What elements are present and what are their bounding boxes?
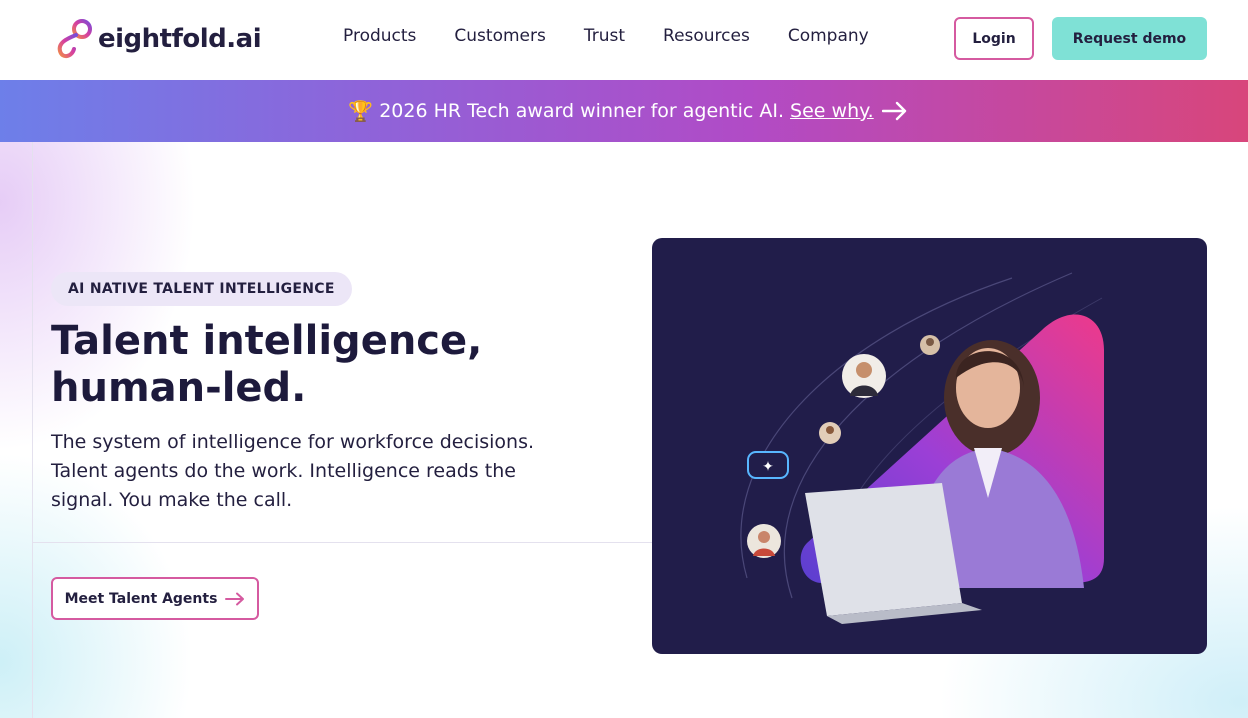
announcement-banner: 🏆 2026 HR Tech award winner for agentic …: [0, 80, 1248, 142]
nav-item-resources[interactable]: Resources: [663, 26, 750, 46]
banner-content: 🏆 2026 HR Tech award winner for agentic …: [348, 99, 907, 123]
hero-section: AI NATIVE TALENT INTELLIGENCE Talent int…: [0, 142, 1248, 718]
site-header: eightfold.ai Products Customers Trust Re…: [0, 0, 1248, 80]
request-demo-button[interactable]: Request demo: [1052, 17, 1207, 60]
hero-illustration: ✦: [740, 272, 1104, 624]
banner-text: 2026 HR Tech award winner for agentic AI…: [379, 100, 785, 122]
login-button[interactable]: Login: [954, 17, 1034, 60]
hero-title: Talent intelligence, human-led.: [51, 318, 483, 411]
meet-talent-agents-label: Meet Talent Agents: [64, 590, 218, 607]
divider-horizontal: [32, 542, 652, 543]
eyebrow-badge: AI NATIVE TALENT INTELLIGENCE: [51, 272, 352, 306]
nav-item-products[interactable]: Products: [343, 26, 416, 46]
divider-vertical: [32, 142, 33, 718]
trophy-icon: 🏆: [348, 99, 374, 123]
svg-text:✦: ✦: [762, 459, 774, 475]
hero-image: ✦: [652, 238, 1207, 654]
banner-see-why-link[interactable]: See why.: [790, 100, 874, 122]
eightfold-infinity-icon: [57, 19, 92, 58]
arrow-right-icon: [225, 592, 245, 605]
logo-text: eightfold.ai: [98, 24, 262, 54]
nav-item-customers[interactable]: Customers: [454, 26, 545, 46]
nav-item-company[interactable]: Company: [788, 26, 869, 46]
nav-item-trust[interactable]: Trust: [584, 26, 625, 46]
meet-talent-agents-button[interactable]: Meet Talent Agents: [51, 577, 259, 620]
main-nav: Products Customers Trust Resources Compa…: [343, 26, 907, 46]
logo[interactable]: eightfold.ai: [52, 16, 262, 62]
arrow-right-icon[interactable]: [881, 101, 908, 121]
hero-description: The system of intelligence for workforce…: [51, 431, 535, 511]
